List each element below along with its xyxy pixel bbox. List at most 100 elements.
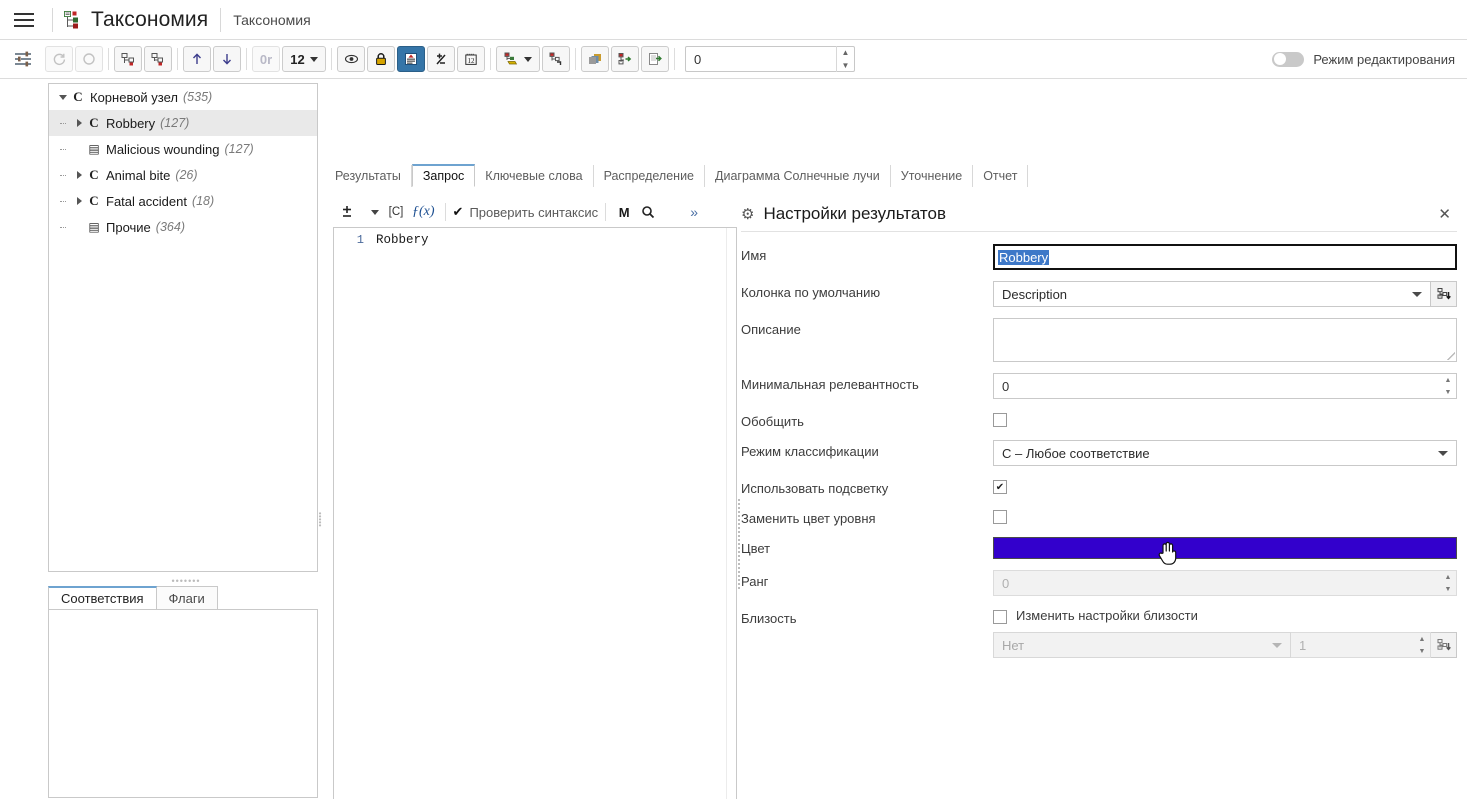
or-button-label: 0r xyxy=(259,51,273,67)
default-column-select[interactable]: Description xyxy=(993,281,1431,307)
tree-node-malicious-wounding[interactable]: ▤ Malicious wounding (127) xyxy=(49,136,317,162)
replace-level-color-checkbox[interactable] xyxy=(993,510,1007,524)
tree-node-fatal-accident[interactable]: C Fatal accident (18) xyxy=(49,188,317,214)
add-node-button[interactable] xyxy=(114,46,142,72)
sliders-icon[interactable] xyxy=(2,40,44,78)
preview-button[interactable] xyxy=(337,46,365,72)
generalize-checkbox[interactable] xyxy=(993,413,1007,427)
move-down-button[interactable] xyxy=(213,46,241,72)
spinner-up-icon[interactable]: ▲ xyxy=(1440,571,1456,583)
tree-node-other[interactable]: ▤ Прочие (364) xyxy=(49,214,317,240)
tab-label: Результаты xyxy=(335,169,401,183)
export-doc-button[interactable] xyxy=(641,46,669,72)
spinner-up-icon[interactable]: ▲ xyxy=(1414,633,1430,645)
spinner-up-icon[interactable]: ▲ xyxy=(1440,374,1456,386)
field-use-highlight: Использовать подсветку ✔ xyxy=(741,477,1457,496)
edit-mode-label: Режим редактирования xyxy=(1313,51,1455,67)
plus-minus-button[interactable] xyxy=(427,46,455,72)
edit-mode-toggle-group: Режим редактирования xyxy=(1272,51,1455,67)
tree-node-robbery[interactable]: C Robbery (127) xyxy=(49,110,317,136)
tree-node-animal-bite[interactable]: C Animal bite (26) xyxy=(49,162,317,188)
check-syntax-label: Проверить синтаксис xyxy=(469,204,599,220)
level-input[interactable]: 0 ▲ ▼ xyxy=(685,46,855,72)
class-icon: C xyxy=(89,193,99,208)
tab-keywords[interactable]: Ключевые слова xyxy=(475,165,594,187)
bracket-c-button[interactable]: [C] xyxy=(385,200,407,224)
tab-query[interactable]: Запрос xyxy=(411,164,476,187)
proximity-distance-spinner[interactable]: ▲ ▼ xyxy=(1414,633,1430,657)
edit-mode-toggle[interactable] xyxy=(1272,51,1305,67)
min-relevance-spinner[interactable]: ▲ ▼ xyxy=(1440,374,1456,398)
color-label: Цвет xyxy=(741,541,771,556)
editor-toolbar: [C] ƒ(x) ✔ Проверить синтаксис M » xyxy=(333,197,737,227)
refresh-button[interactable] xyxy=(45,46,73,72)
tree-node-root[interactable]: C Корневой узел (535) xyxy=(49,84,317,110)
twisty-collapsed-icon[interactable] xyxy=(71,119,87,127)
font-size-dropdown[interactable]: 12 xyxy=(282,46,326,72)
tab-matches[interactable]: Соответствия xyxy=(48,586,157,609)
spinner-down-icon[interactable]: ▼ xyxy=(1414,645,1430,657)
proximity-checkbox-row: Изменить настройки близости xyxy=(993,607,1198,624)
tab-flags[interactable]: Флаги xyxy=(155,586,218,609)
magnifier-icon[interactable] xyxy=(637,200,659,224)
close-icon[interactable]: ✕ xyxy=(1432,205,1457,223)
tab-distribution[interactable]: Распределение xyxy=(594,165,705,187)
horizontal-splitter-handle[interactable]: ••••••• xyxy=(166,576,206,586)
export-node-button[interactable] xyxy=(611,46,639,72)
move-up-button[interactable] xyxy=(183,46,211,72)
check-syntax-button[interactable]: ✔ Проверить синтаксис xyxy=(453,204,599,220)
function-button[interactable]: ƒ(x) xyxy=(409,200,438,224)
vertical-splitter-handle[interactable]: • • • • • xyxy=(318,499,322,539)
plus-minus-caret-icon[interactable] xyxy=(361,200,383,224)
tab-sunburst[interactable]: Диаграмма Солнечные лучи xyxy=(705,165,891,187)
lock-button[interactable] xyxy=(367,46,395,72)
titlebar: Таксономия Таксономия xyxy=(0,0,1467,40)
spinner-down-icon[interactable]: ▼ xyxy=(837,59,854,72)
twisty-expanded-icon[interactable] xyxy=(55,94,71,100)
tab-refinement[interactable]: Уточнение xyxy=(891,165,974,187)
proximity-distance-input[interactable]: 1 ▲ ▼ xyxy=(1291,632,1431,658)
tree-guide xyxy=(55,122,71,124)
code-editor[interactable]: 1 Robbery PDL/SRL | Ст 1, Кол 0 xyxy=(333,227,737,799)
collapse-tree-button[interactable] xyxy=(542,46,570,72)
color-swatch[interactable] xyxy=(993,537,1457,559)
classification-mode-select[interactable]: C – Любое соответствие xyxy=(993,440,1457,466)
description-textarea[interactable] xyxy=(993,318,1457,362)
tree-node-count: (127) xyxy=(160,116,190,130)
tab-report[interactable]: Отчет xyxy=(973,165,1029,187)
add-child-button[interactable] xyxy=(144,46,172,72)
min-relevance-input[interactable]: 0 ▲ ▼ xyxy=(993,373,1457,399)
proximity-checkbox[interactable] xyxy=(993,610,1007,624)
taxonomy-tools-dropdown[interactable] xyxy=(496,46,540,72)
tab-results[interactable]: Результаты xyxy=(325,165,412,187)
plus-minus-dropdown-icon[interactable] xyxy=(337,200,359,224)
layers-button[interactable] xyxy=(581,46,609,72)
hamburger-menu-icon[interactable] xyxy=(4,0,44,40)
rank-input[interactable]: 0 ▲ ▼ xyxy=(993,570,1457,596)
macro-button[interactable]: M xyxy=(613,200,635,224)
field-replace-level-color: Заменить цвет уровня xyxy=(741,507,1457,526)
twisty-collapsed-icon[interactable] xyxy=(71,197,87,205)
proximity-type-select[interactable]: Нет xyxy=(993,632,1291,658)
tree-node-label: Robbery xyxy=(106,115,156,131)
default-column-picker-button[interactable] xyxy=(1431,281,1457,307)
name-input[interactable]: Robbery xyxy=(993,244,1457,270)
use-highlight-checkbox[interactable]: ✔ xyxy=(993,480,1007,494)
spinner-up-icon[interactable]: ▲ xyxy=(837,46,854,59)
generalize-label: Обобщить xyxy=(741,414,804,429)
highlight-button[interactable] xyxy=(397,46,425,72)
settings-title: Настройки результатов xyxy=(763,204,947,223)
tree-node-count: (364) xyxy=(155,220,185,234)
level-spinner[interactable]: ▲ ▼ xyxy=(836,46,854,72)
rank-spinner[interactable]: ▲ ▼ xyxy=(1440,571,1456,595)
editor-overflow-button[interactable]: » xyxy=(683,200,705,224)
spinner-down-icon[interactable]: ▼ xyxy=(1440,386,1456,398)
resize-grip-icon[interactable] xyxy=(1447,352,1455,360)
or-button[interactable]: 0r xyxy=(252,46,280,72)
spinner-down-icon[interactable]: ▼ xyxy=(1440,583,1456,595)
undo-button[interactable] xyxy=(75,46,103,72)
calendar-button[interactable]: 12 xyxy=(457,46,485,72)
proximity-picker-button[interactable] xyxy=(1431,632,1457,658)
panel-splitter[interactable] xyxy=(738,499,740,589)
twisty-collapsed-icon[interactable] xyxy=(71,171,87,179)
